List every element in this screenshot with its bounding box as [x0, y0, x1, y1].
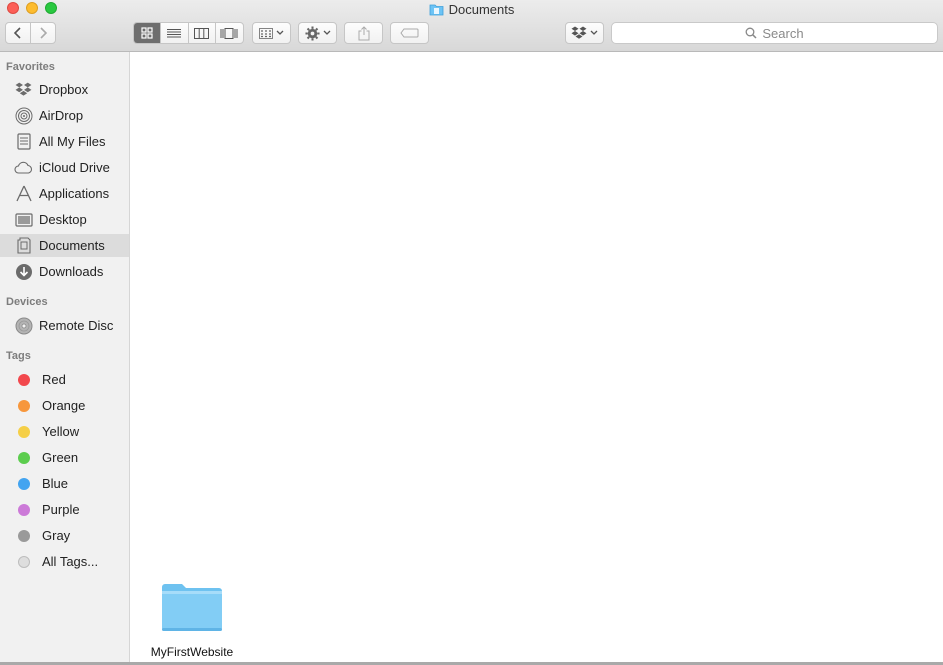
sidebar-item-label: Yellow — [42, 424, 80, 439]
back-button[interactable] — [6, 23, 30, 43]
sidebar-tag-orange[interactable]: Orange — [0, 394, 129, 417]
sidebar-item-remote-disc[interactable]: Remote Disc — [0, 314, 129, 337]
arrange-grid-icon — [259, 27, 273, 39]
sidebar-section-favorites: Favorites — [6, 61, 55, 73]
tag-color-dot — [18, 503, 30, 516]
sidebar-item-label: Red — [42, 372, 66, 387]
sidebar-item-label: Green — [42, 450, 79, 465]
sidebar-item-label: Blue — [42, 476, 69, 491]
search-input[interactable]: Search — [611, 22, 938, 44]
cover-flow-icon — [220, 27, 238, 39]
folder-name: MyFirstWebsite — [150, 645, 234, 659]
disc-icon — [14, 316, 33, 335]
folder-item[interactable]: MyFirstWebsite — [145, 581, 239, 665]
sidebar-item-label: AirDrop — [39, 108, 84, 123]
sidebar-item-label: Gray — [42, 528, 71, 543]
chevron-down-icon — [323, 30, 330, 35]
chevron-down-icon — [276, 30, 284, 35]
gear-icon — [304, 25, 320, 41]
dropbox-menu-button[interactable] — [565, 22, 604, 44]
arrange-button[interactable] — [252, 22, 291, 44]
window-title: Documents — [0, 0, 943, 18]
sidebar-tag-gray[interactable]: Gray — [0, 524, 129, 547]
sidebar-tag-blue[interactable]: Blue — [0, 472, 129, 495]
cover-flow-view-button[interactable] — [216, 23, 243, 43]
columns-icon — [194, 27, 210, 39]
list-icon — [167, 28, 182, 37]
sidebar-item-all-my-files[interactable]: All My Files — [0, 130, 129, 153]
airdrop-icon — [14, 106, 33, 125]
sidebar-item-dropbox[interactable]: Dropbox — [0, 78, 129, 101]
sidebar-item-label: Purple — [42, 502, 80, 517]
sidebar-section-tags: Tags — [6, 350, 31, 362]
cloud-icon — [14, 158, 33, 177]
chevron-right-icon — [40, 27, 48, 39]
forward-button[interactable] — [30, 23, 55, 43]
sidebar-item-label: Applications — [39, 186, 110, 201]
icon-view-button[interactable] — [134, 23, 162, 43]
folder-icon — [162, 584, 222, 631]
documents-folder-icon — [429, 4, 444, 15]
sidebar-item-label: Orange — [42, 398, 86, 413]
tag-color-dot — [18, 373, 30, 386]
downloads-icon — [14, 262, 33, 281]
sidebar-tag-purple[interactable]: Purple — [0, 498, 129, 521]
sidebar-item-icloud-drive[interactable]: iCloud Drive — [0, 156, 129, 179]
tag-icon — [400, 28, 419, 38]
share-button[interactable] — [344, 22, 383, 44]
sidebar-item-label: Desktop — [39, 212, 87, 227]
sidebar-item-label: All Tags... — [42, 554, 99, 569]
dropbox-icon — [571, 26, 587, 39]
sidebar-tag-red[interactable]: Red — [0, 368, 129, 391]
sidebar-tag-all-tags[interactable]: All Tags... — [0, 550, 129, 573]
all-files-icon — [14, 132, 33, 151]
tag-color-dot — [18, 555, 30, 568]
list-view-button[interactable] — [161, 23, 189, 43]
sidebar-item-label: All My Files — [39, 134, 106, 149]
dropbox-icon — [14, 80, 33, 99]
tag-color-dot — [18, 399, 30, 412]
toolbar: Documents Search — [0, 0, 943, 52]
sidebar-item-label: Remote Disc — [39, 318, 114, 333]
column-view-button[interactable] — [189, 23, 216, 43]
sidebar: Favorites Dropbox AirDrop All My Files i… — [0, 52, 130, 662]
share-icon — [358, 25, 369, 40]
navigation-buttons — [5, 22, 56, 44]
grid-icon — [141, 27, 153, 39]
sidebar-item-applications[interactable]: Applications — [0, 182, 129, 205]
search-icon — [745, 27, 757, 39]
sidebar-item-airdrop[interactable]: AirDrop — [0, 104, 129, 127]
sidebar-item-label: Downloads — [39, 264, 104, 279]
tag-color-dot — [18, 425, 30, 438]
action-button[interactable] — [298, 22, 337, 44]
sidebar-tag-green[interactable]: Green — [0, 446, 129, 469]
edit-tags-button[interactable] — [390, 22, 429, 44]
tag-color-dot — [18, 477, 30, 490]
sidebar-item-desktop[interactable]: Desktop — [0, 208, 129, 231]
applications-icon — [14, 184, 33, 203]
window-title-text: Documents — [448, 1, 515, 17]
desktop-icon — [14, 210, 33, 229]
sidebar-item-label: Documents — [39, 238, 105, 253]
sidebar-item-label: iCloud Drive — [39, 160, 110, 175]
chevron-left-icon — [14, 27, 21, 39]
sidebar-item-downloads[interactable]: Downloads — [0, 260, 129, 283]
file-browser-content[interactable]: MyFirstWebsite — [131, 53, 943, 662]
search-placeholder: Search — [762, 25, 804, 41]
tag-color-dot — [18, 529, 30, 542]
view-mode-buttons — [133, 22, 244, 44]
sidebar-tag-yellow[interactable]: Yellow — [0, 420, 129, 443]
sidebar-item-label: Dropbox — [39, 82, 89, 97]
tag-color-dot — [18, 451, 30, 464]
documents-icon — [14, 236, 33, 255]
sidebar-section-devices: Devices — [6, 296, 48, 308]
chevron-down-icon — [590, 30, 598, 35]
sidebar-item-documents[interactable]: Documents — [0, 234, 129, 257]
